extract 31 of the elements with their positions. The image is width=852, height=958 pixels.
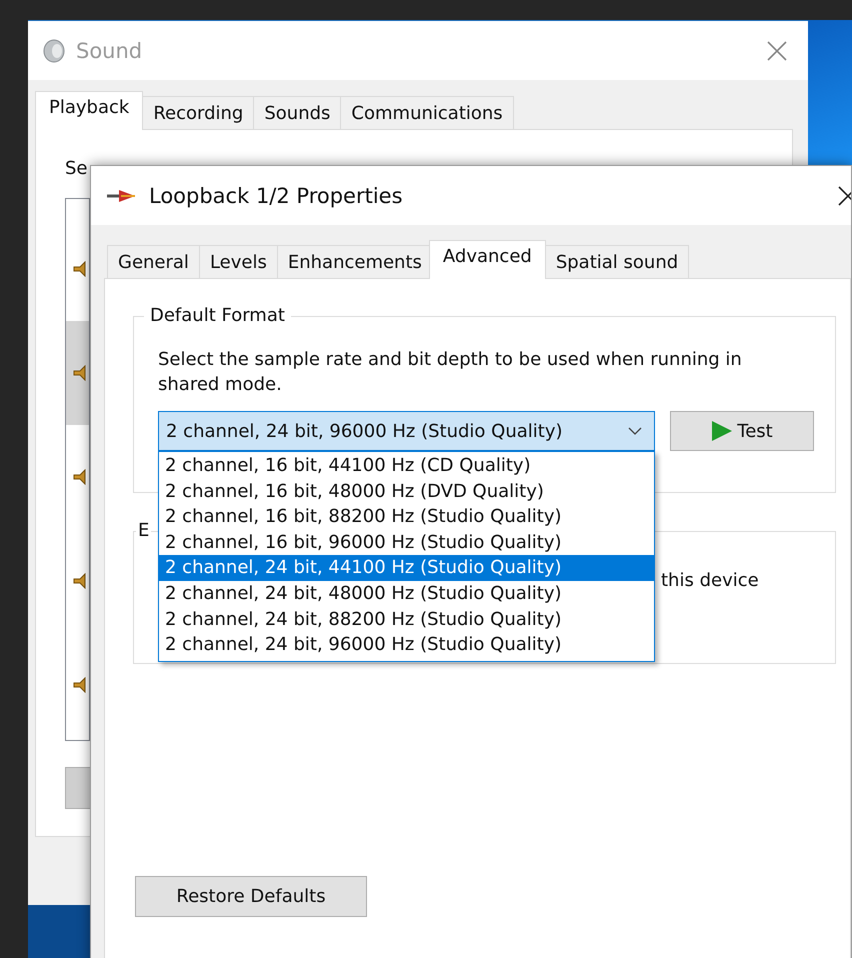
device-icon — [73, 469, 87, 485]
description-text: Select the sample rate and bit depth to be used when running in shared mode. — [158, 348, 743, 397]
window-title: Loopback 1/2 Properties — [149, 184, 404, 208]
tab[interactable]: Spatial sound — [544, 245, 690, 279]
format-dropdown[interactable]: 2 channel, 24 bit, 96000 Hz (Studio Quality) — [158, 411, 655, 451]
dropdown-option[interactable]: 2 channel, 16 bit, 48000 Hz (DVD Quality) — [159, 478, 654, 504]
dropdown-option[interactable]: 2 channel, 24 bit, 48000 Hz (Studio Quality) — [159, 580, 654, 607]
button[interactable] — [65, 767, 91, 809]
option-text: this device — [661, 570, 760, 591]
restore-defaults-button[interactable]: Restore Defaults — [135, 876, 367, 917]
tab[interactable]: General — [107, 245, 200, 279]
device-icon — [73, 261, 87, 277]
tab[interactable]: Advanced — [428, 240, 546, 279]
dropdown-option[interactable]: 2 channel, 16 bit, 96000 Hz (Studio Quality) — [159, 530, 654, 556]
test-button[interactable]: Test — [670, 411, 814, 451]
device-row[interactable] — [66, 321, 89, 425]
dropdown-option[interactable]: 2 channel, 24 bit, 88200 Hz (Studio Quality) — [159, 606, 654, 632]
dropdown-option[interactable]: 2 channel, 16 bit, 44100 Hz (CD Quality) — [159, 453, 654, 479]
tab[interactable]: Communications — [340, 96, 514, 130]
dropdown-option[interactable]: 2 channel, 24 bit, 96000 Hz (Studio Quality) — [159, 632, 654, 658]
dropdown-option[interactable]: 2 channel, 24 bit, 44100 Hz (Studio Quality) — [159, 555, 654, 581]
device-icon — [73, 677, 87, 693]
dropdown-option[interactable]: 2 channel, 16 bit, 88200 Hz (Studio Quality) — [159, 504, 654, 530]
window-title: Sound — [76, 38, 144, 62]
chevron-down-icon — [628, 427, 642, 435]
device-icon — [73, 365, 87, 381]
close-icon[interactable] — [837, 184, 851, 206]
device-icon — [73, 573, 87, 589]
instruction-text: Se — [65, 158, 88, 181]
tab[interactable]: Playback — [35, 91, 144, 130]
play-icon — [711, 420, 734, 442]
